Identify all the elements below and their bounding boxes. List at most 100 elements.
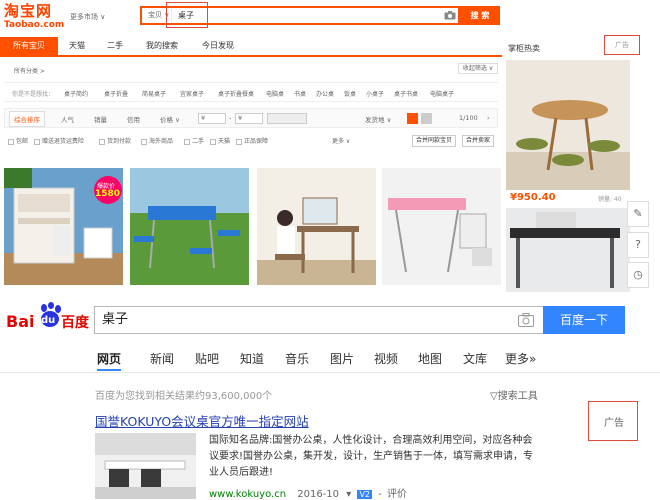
baidu-search-input[interactable]: 桌子 <box>102 307 128 333</box>
related-link[interactable]: 小桌子 <box>366 89 384 98</box>
taobao-logo[interactable]: 淘宝网 Taobao.com <box>4 3 65 37</box>
result-count: 百度为您找到相关结果约93,600,000个 <box>95 391 273 402</box>
related-link[interactable]: 饭桌 <box>344 89 356 98</box>
product-image-dressing-table <box>257 168 376 285</box>
side-product-image-dining-set <box>506 60 630 190</box>
related-link[interactable]: 电脑桌子 <box>430 89 454 98</box>
related-search-row: 你是不是想找： 桌子简约 桌子折叠 简易桌子 宜家桌子 桌子折叠餐桌 电脑桌 书… <box>4 82 498 102</box>
related-link[interactable]: 办公桌 <box>316 89 334 98</box>
option-label: 海外商品 <box>149 138 174 145</box>
tab-more[interactable]: 更多» <box>505 349 536 369</box>
ship-from-select[interactable]: 发货地 ∨ <box>365 114 391 124</box>
search-tools-button[interactable]: ▽搜索工具 <box>490 387 538 402</box>
history-icon[interactable]: ◷ <box>627 262 649 288</box>
separator: - <box>378 489 382 500</box>
result-description: 国际知名品牌:国誉办公桌，人性化设计，合理高效利用空间，对应各种会议要求!国誉办… <box>209 435 534 478</box>
option-free-shipping[interactable]: 包邮 <box>8 136 28 145</box>
side-product-price: ¥950.40 <box>510 192 556 203</box>
tab-tmall[interactable]: 天猫 <box>62 37 92 55</box>
related-link[interactable]: 宜家桌子 <box>180 89 204 98</box>
baidu-logo[interactable]: Bai du 百度 <box>6 302 90 334</box>
result-thumbnail[interactable] <box>95 433 196 499</box>
dropdown-icon[interactable]: ▾ <box>346 489 351 500</box>
sort-price[interactable]: 价格 ∨ <box>160 114 180 124</box>
tab-secondhand[interactable]: 二手 <box>100 37 130 55</box>
office-image <box>95 433 196 499</box>
tab-images[interactable]: 图片 <box>330 349 354 369</box>
result-title-link[interactable]: 国誉KOKUYO会议桌官方唯一指定网站 <box>95 411 309 430</box>
taobao-search-button[interactable]: 搜 索 <box>460 6 500 25</box>
option-more[interactable]: 更多 ∨ <box>332 136 350 145</box>
sort-popularity[interactable]: 人气 <box>61 114 74 124</box>
next-page-icon[interactable]: › <box>487 114 490 122</box>
side-product-card-2[interactable] <box>506 208 630 292</box>
help-icon[interactable]: ? <box>627 232 649 258</box>
edit-icon[interactable]: ✎ <box>627 201 649 227</box>
list-view-icon[interactable] <box>421 113 432 124</box>
tab-video[interactable]: 视频 <box>374 349 398 369</box>
category-breadcrumb[interactable]: 所有分类 > <box>14 66 45 75</box>
tab-all-items[interactable]: 所有宝贝 <box>0 37 58 55</box>
merge-seller-button[interactable]: 合并卖家 <box>462 135 495 147</box>
product-card[interactable] <box>130 168 249 285</box>
related-link[interactable]: 简易桌子 <box>142 89 166 98</box>
taobao-ad-label: 广告 <box>604 35 640 55</box>
region-selector[interactable]: 更多市场 ∨ <box>70 12 105 22</box>
related-link[interactable]: 桌子折叠餐桌 <box>218 89 254 98</box>
baidu-search-button[interactable]: 百度一下 <box>543 306 625 334</box>
tab-today-discover[interactable]: 今日发现 <box>194 37 242 55</box>
collapse-filter-button[interactable]: 收起筛选 ∨ <box>458 63 498 74</box>
sort-default[interactable]: 综合排序 <box>9 111 45 127</box>
result-v-badge[interactable]: V2 <box>357 490 372 499</box>
camera-icon[interactable] <box>518 313 534 327</box>
sort-sales[interactable]: 销量 <box>94 114 107 124</box>
tab-news[interactable]: 新闻 <box>150 349 174 369</box>
result-url[interactable]: www.kokuyo.cn <box>209 489 286 500</box>
option-tmall[interactable]: 天猫 <box>210 136 230 145</box>
baidu-logo-cn: 百度 <box>61 315 89 331</box>
taobao-search-page: 淘宝网 Taobao.com 更多市场 ∨ 宝贝 ∨ 桌子 搜 索 所有宝贝 天… <box>0 0 660 292</box>
product-image-pink-folding-table <box>382 168 501 285</box>
side-product-sales: 销量: 40 <box>598 196 622 203</box>
tab-web[interactable]: 网页 <box>97 349 122 371</box>
tab-map[interactable]: 地图 <box>418 349 442 369</box>
option-label: 赠送退货运费险 <box>42 138 85 145</box>
tab-tieba[interactable]: 贴吧 <box>195 349 219 369</box>
camera-icon[interactable] <box>444 11 456 20</box>
option-secondhand[interactable]: 二手 <box>184 136 204 145</box>
related-link[interactable]: 桌子折叠 <box>104 89 128 98</box>
tab-zhidao[interactable]: 知道 <box>240 349 264 369</box>
baidu-ad-label: 广告 <box>604 418 624 429</box>
sort-credit[interactable]: 信用 <box>127 114 140 124</box>
side-title: 掌柜热卖 <box>508 44 540 53</box>
price-max-input[interactable]: ¥ <box>235 113 263 124</box>
option-label: 天猫 <box>218 138 231 145</box>
baidu-logo-du: du <box>41 315 56 326</box>
product-card[interactable] <box>257 168 376 285</box>
option-overseas[interactable]: 海外商品 <box>141 136 173 145</box>
related-link[interactable]: 电脑桌 <box>266 89 284 98</box>
tab-wenku[interactable]: 文库 <box>463 349 487 369</box>
tab-my-search[interactable]: 我的搜索 <box>138 37 186 55</box>
view-toggle[interactable] <box>267 113 307 124</box>
merge-same-button[interactable]: 合并同款宝贝 <box>412 135 457 147</box>
related-link[interactable]: 书桌 <box>294 89 306 98</box>
option-label: 包邮 <box>16 138 29 145</box>
product-card[interactable] <box>382 168 501 285</box>
product-card[interactable]: 爆款价 1580 <box>4 168 123 285</box>
price-min-input[interactable]: ¥ <box>198 113 226 124</box>
side-product-image-glass-desk <box>506 208 630 292</box>
query-highlight-box <box>166 2 208 28</box>
option-authentic[interactable]: 正品保障 <box>236 136 268 145</box>
side-product-card[interactable] <box>506 60 630 190</box>
tab-music[interactable]: 音乐 <box>285 349 309 369</box>
result-date: 2016-10 <box>297 489 340 500</box>
option-cod[interactable]: 货到付款 <box>99 136 131 145</box>
baidu-tabs: 网页 新闻 贴吧 知道 音乐 图片 视频 地图 文库 更多» <box>0 349 660 373</box>
related-link[interactable]: 桌子书桌 <box>394 89 418 98</box>
result-review-link[interactable]: 评价 <box>387 489 407 500</box>
grid-view-icon[interactable] <box>407 113 418 124</box>
option-return-insurance[interactable]: 赠送退货运费险 <box>34 136 84 145</box>
taobao-logo-sub: Taobao.com <box>4 20 65 30</box>
related-link[interactable]: 桌子简约 <box>64 89 88 98</box>
